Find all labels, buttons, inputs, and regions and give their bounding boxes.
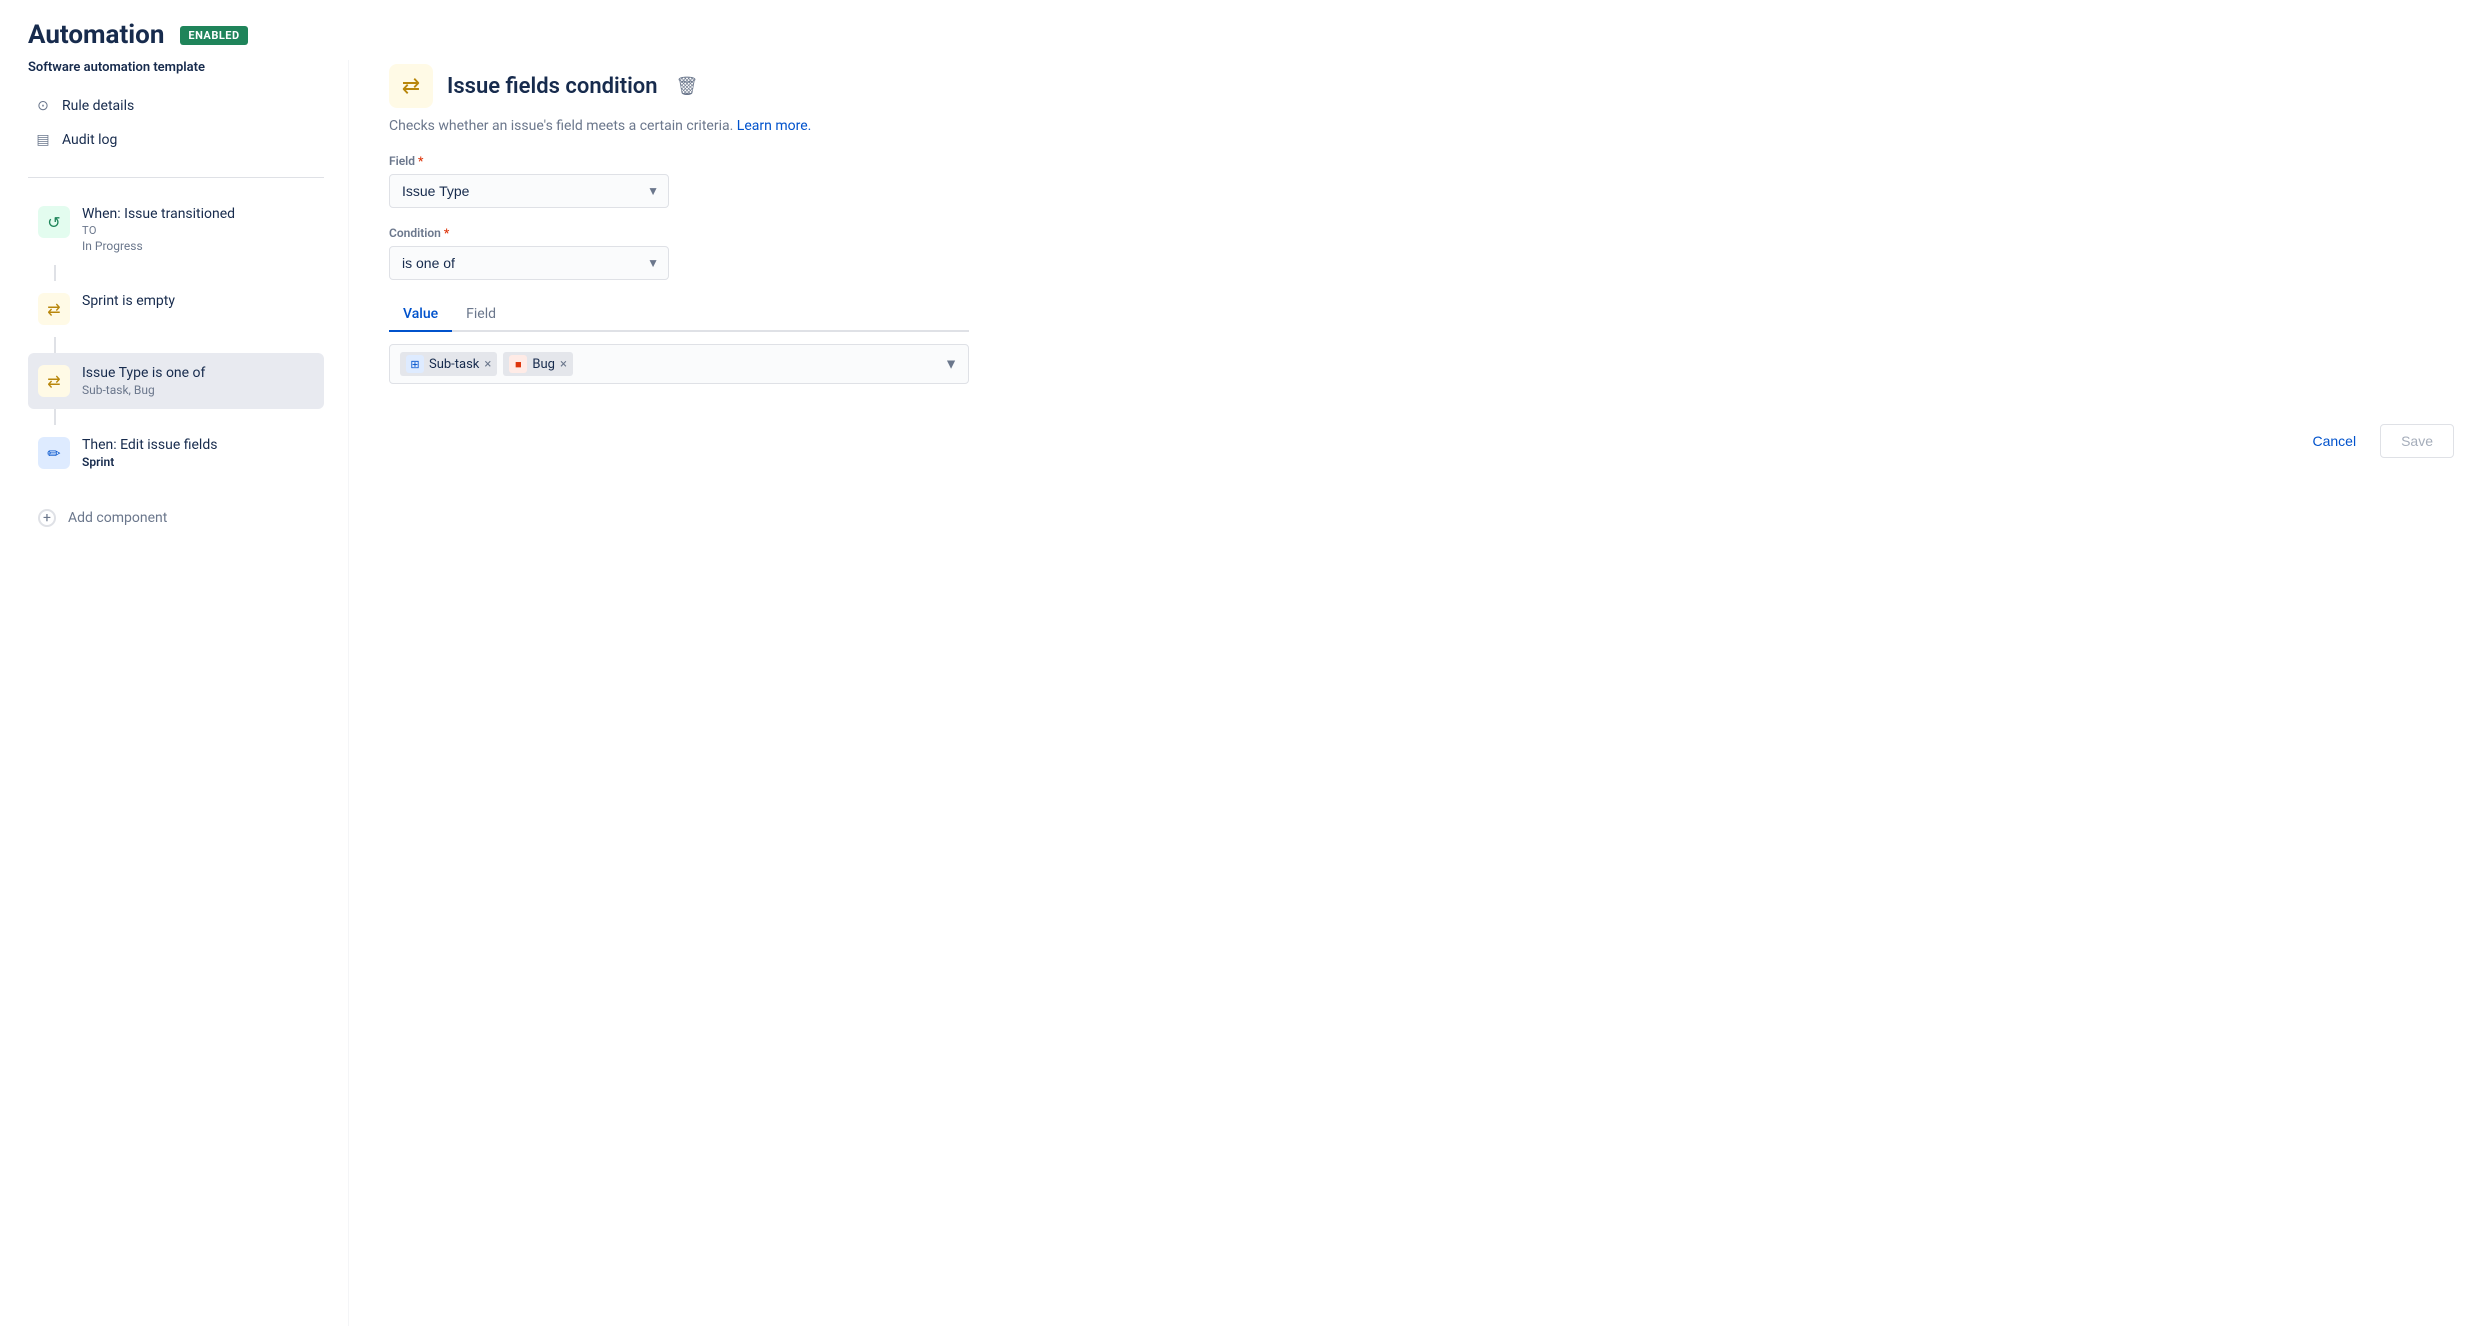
issue-type-content: Issue Type is one of Sub-task, Bug [82, 365, 205, 397]
panel-description: Checks whether an issue's field meets a … [389, 118, 2454, 134]
field-label: Field * [389, 154, 2454, 168]
subtask-label: Sub-task [429, 357, 479, 372]
tab-field[interactable]: Field [452, 298, 510, 332]
issue-type-title: Issue Type is one of [82, 365, 205, 381]
when-label-to: TO [82, 224, 235, 237]
pipeline-step-then[interactable]: ✏ Then: Edit issue fields Sprint [28, 425, 324, 481]
sprint-icon: ⇄ [38, 293, 70, 325]
condition-label: Condition * [389, 226, 2454, 240]
then-icon: ✏ [38, 437, 70, 469]
audit-icon: ▤ [34, 131, 52, 149]
connector-2 [54, 337, 56, 353]
add-component[interactable]: + Add component [28, 497, 324, 539]
then-title: Then: Edit issue fields [82, 437, 217, 453]
sprint-title: Sprint is empty [82, 293, 175, 309]
panel-header: ⇄ Issue fields condition 🗑 [389, 60, 2454, 108]
condition-required: * [444, 226, 449, 240]
condition-select-wrapper: is one of is not one of equals not equal… [389, 246, 669, 280]
when-subtitle: In Progress [82, 239, 235, 253]
page-title: Automation [28, 20, 164, 50]
then-content: Then: Edit issue fields Sprint [82, 437, 217, 469]
bug-label: Bug [532, 357, 555, 372]
sidebar-divider [28, 177, 324, 178]
field-required: * [418, 154, 423, 168]
tag-bug: ■ Bug × [503, 352, 573, 376]
field-select[interactable]: Issue Type Summary Priority Status Assig… [389, 174, 669, 208]
sidebar-nav: ⊙ Rule details ▤ Audit log [28, 89, 324, 157]
issue-type-icon: ⇄ [38, 365, 70, 397]
add-component-label: Add component [68, 510, 167, 526]
sprint-content: Sprint is empty [82, 293, 175, 309]
connector-1 [54, 265, 56, 281]
description-text: Checks whether an issue's field meets a … [389, 118, 733, 134]
when-icon: ↺ [38, 206, 70, 238]
rule-details-label: Rule details [62, 98, 134, 114]
app-container: Automation ENABLED Software automation t… [0, 0, 2482, 1326]
panel-icon: ⇄ [389, 64, 433, 108]
then-subtitle: Sprint [82, 455, 217, 469]
right-panel: ⇄ Issue fields condition 🗑 Checks whethe… [348, 60, 2454, 1326]
pipeline: ↺ When: Issue transitioned TO In Progres… [28, 194, 324, 539]
value-field-tabs: Value Field [389, 298, 969, 332]
tags-chevron-icon: ▼ [944, 356, 958, 373]
panel-actions: Cancel Save [389, 424, 2454, 478]
condition-select[interactable]: is one of is not one of equals not equal… [389, 246, 669, 280]
panel-title: Issue fields condition [447, 74, 658, 99]
bug-remove[interactable]: × [560, 358, 567, 371]
sidebar-item-rule-details[interactable]: ⊙ Rule details [28, 89, 324, 123]
field-select-wrapper: Issue Type Summary Priority Status Assig… [389, 174, 669, 208]
subtask-icon: ⊞ [406, 355, 424, 373]
header: Automation ENABLED [0, 0, 2482, 60]
sidebar: Software automation template ⊙ Rule deta… [28, 60, 348, 1326]
learn-more-link[interactable]: Learn more. [737, 118, 812, 134]
add-icon: + [38, 509, 56, 527]
condition-group: Condition * is one of is not one of equa… [389, 226, 2454, 280]
tag-subtask: ⊞ Sub-task × [400, 352, 497, 376]
field-group: Field * Issue Type Summary Priority Stat… [389, 154, 2454, 208]
when-content: When: Issue transitioned TO In Progress [82, 206, 235, 253]
tab-value[interactable]: Value [389, 298, 452, 332]
pipeline-step-when[interactable]: ↺ When: Issue transitioned TO In Progres… [28, 194, 324, 265]
save-button[interactable]: Save [2380, 424, 2454, 458]
connector-3 [54, 409, 56, 425]
sidebar-item-audit-log[interactable]: ▤ Audit log [28, 123, 324, 157]
when-title: When: Issue transitioned [82, 206, 235, 222]
enabled-badge: ENABLED [180, 26, 247, 45]
main-content: Software automation template ⊙ Rule deta… [0, 60, 2482, 1326]
cancel-button[interactable]: Cancel [2298, 424, 2370, 458]
delete-icon[interactable]: 🗑 [676, 76, 699, 97]
bug-icon: ■ [509, 355, 527, 373]
pipeline-step-issue-type[interactable]: ⇄ Issue Type is one of Sub-task, Bug [28, 353, 324, 409]
tags-container[interactable]: ⊞ Sub-task × ■ Bug × ▼ [389, 344, 969, 384]
audit-log-label: Audit log [62, 132, 117, 148]
issue-type-subtitle: Sub-task, Bug [82, 383, 205, 397]
pipeline-step-sprint[interactable]: ⇄ Sprint is empty [28, 281, 324, 337]
info-icon: ⊙ [34, 97, 52, 115]
template-label: Software automation template [28, 60, 324, 75]
subtask-remove[interactable]: × [484, 358, 491, 371]
